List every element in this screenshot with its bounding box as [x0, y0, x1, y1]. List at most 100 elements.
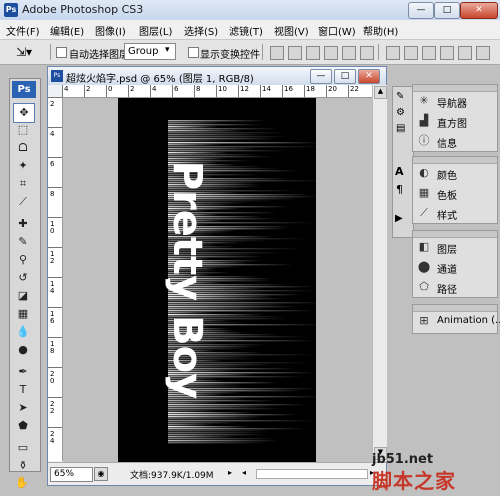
panel-label: 样式 [437, 211, 457, 222]
document-icon: Ps [51, 70, 63, 82]
light-streak [168, 404, 308, 406]
magic-wand-icon[interactable]: ✦ [13, 157, 33, 175]
actions-panel-icon[interactable]: ▶ [395, 213, 409, 227]
align-vcenter-icon[interactable] [288, 46, 302, 60]
ruler-tick [48, 307, 62, 308]
image-canvas[interactable]: Pretty Boy [118, 98, 316, 462]
minimize-button[interactable]: — [408, 2, 434, 19]
menu-file[interactable]: 文件(F) [6, 23, 40, 38]
ruler-tick [238, 85, 239, 97]
character-panel-icon[interactable]: A [395, 165, 409, 179]
panel-item-layers[interactable]: ◧ 图层 [415, 237, 493, 257]
panel-item-animation[interactable]: ⊞ Animation (... [415, 311, 500, 331]
panel-item-channels[interactable]: ⬤ 通道 [415, 257, 493, 277]
styles-icon: ⟋ [420, 206, 428, 219]
menu-view[interactable]: 视图(V) [274, 23, 309, 38]
scroll-up-icon[interactable]: ▲ [374, 86, 387, 99]
panel-item-swatches[interactable]: ▦ 色板 [415, 183, 493, 203]
panel-item-navigator[interactable]: ✳ 导航器 [415, 91, 493, 111]
panel-item-color[interactable]: ◐ 颜色 [415, 163, 493, 183]
maximize-button[interactable]: □ [434, 2, 460, 19]
vertical-scrollbar[interactable]: ▲ ▼ [372, 85, 387, 462]
light-streak [168, 440, 279, 442]
type-icon[interactable]: T [13, 381, 33, 399]
light-streak [168, 426, 250, 428]
notes-icon[interactable]: ▭ [13, 439, 33, 457]
scroll-left-icon[interactable]: ◂ [242, 468, 250, 478]
lasso-icon[interactable]: ᗝ [13, 139, 33, 157]
gradient-icon[interactable]: ▦ [13, 305, 33, 323]
ruler-h-label: 2 [130, 85, 135, 93]
menu-image[interactable]: 图像(I) [95, 23, 126, 38]
slice-icon[interactable]: ⟋ [13, 193, 33, 211]
doc-minimize-button[interactable]: — [310, 69, 332, 84]
auto-select-checkbox[interactable] [56, 47, 67, 58]
move-icon[interactable]: ✥ [13, 103, 35, 123]
panel-label: 导航器 [437, 99, 467, 110]
show-transform-checkbox[interactable] [188, 47, 199, 58]
paragraph-panel-icon[interactable]: ¶ [396, 183, 409, 196]
status-arrow-icon[interactable]: ▸ [228, 468, 236, 478]
menu-filter[interactable]: 滤镜(T) [229, 23, 263, 38]
align-bottom-icon[interactable] [306, 46, 320, 60]
light-streak [168, 158, 227, 160]
panel-item-histogram[interactable]: ▟ 直方图 [415, 111, 493, 131]
ruler-tick [128, 85, 129, 97]
brushes-panel-icon[interactable]: ✎ [396, 91, 409, 104]
panel-item-paths[interactable]: ⬠ 路径 [415, 277, 493, 297]
panel-item-styles[interactable]: ⟋ 样式 [415, 203, 493, 223]
shape-icon[interactable]: ⬟ [13, 417, 33, 435]
distribute-vcenter-icon[interactable] [404, 46, 418, 60]
status-menu-icon[interactable]: ◉ [94, 467, 108, 481]
dodge-icon[interactable]: ● [13, 341, 33, 359]
panel-label: Animation (... [437, 315, 500, 326]
pen-icon[interactable]: ✒ [13, 363, 33, 381]
auto-select-dropdown[interactable]: Group ▾ [124, 43, 176, 60]
document-window: Ps 超炫火焰字.psd @ 65% (图层 1, RGB/8) — □ ✕ 4… [47, 66, 387, 486]
light-streak [168, 156, 274, 158]
title-bar: Ps Adobe Photoshop CS3 — □ ✕ [0, 0, 500, 21]
canvas-area[interactable]: Pretty Boy [63, 98, 372, 462]
doc-close-button[interactable]: ✕ [358, 69, 380, 84]
menu-edit[interactable]: 编辑(E) [50, 23, 84, 38]
align-top-icon[interactable] [270, 46, 284, 60]
brush-icon[interactable]: ✎ [13, 233, 33, 251]
crop-icon[interactable]: ⌗ [13, 175, 33, 193]
ruler-h-label: 0 [108, 85, 113, 93]
ruler-tick [48, 367, 62, 368]
healing-icon[interactable]: ✚ [13, 215, 33, 233]
move-tool-preset-icon[interactable]: ⇲▾ [16, 44, 46, 60]
tool-presets-icon[interactable]: ⚙ [396, 107, 409, 120]
menu-help[interactable]: 帮助(H) [363, 23, 398, 38]
distribute-left-icon[interactable] [440, 46, 454, 60]
marquee-icon[interactable]: ⬚ [13, 121, 33, 139]
doc-maximize-button[interactable]: □ [334, 69, 356, 84]
align-left-icon[interactable] [324, 46, 338, 60]
align-hcenter-icon[interactable] [342, 46, 356, 60]
layer-comps-icon[interactable]: ▤ [396, 123, 409, 136]
path-select-icon[interactable]: ➤ [13, 399, 33, 417]
hand-icon[interactable]: ✋ [12, 474, 32, 492]
blur-icon[interactable]: 💧 [13, 323, 33, 341]
zoom-field[interactable]: 65% [50, 467, 93, 482]
eraser-icon[interactable]: ◪ [13, 287, 33, 305]
close-button[interactable]: ✕ [460, 2, 498, 19]
light-streak [168, 410, 219, 412]
menu-layer[interactable]: 图层(L) [139, 23, 172, 38]
distribute-hcenter-icon[interactable] [458, 46, 472, 60]
align-right-icon[interactable] [360, 46, 374, 60]
stamp-icon[interactable]: ⚲ [13, 251, 33, 269]
light-streak [168, 122, 222, 124]
menu-select[interactable]: 选择(S) [184, 23, 218, 38]
distribute-bottom-icon[interactable] [422, 46, 436, 60]
panel-item-info[interactable]: ⓘ 信息 [415, 131, 493, 151]
light-streak [168, 144, 223, 146]
history-brush-icon[interactable]: ↺ [13, 269, 33, 287]
distribute-right-icon[interactable] [476, 46, 490, 60]
eyedropper-icon[interactable]: ⚱ [13, 457, 33, 472]
light-streak [168, 438, 277, 440]
horizontal-scrollbar[interactable] [256, 469, 368, 479]
menu-window[interactable]: 窗口(W) [318, 23, 356, 38]
light-streak [168, 400, 275, 402]
distribute-top-icon[interactable] [386, 46, 400, 60]
